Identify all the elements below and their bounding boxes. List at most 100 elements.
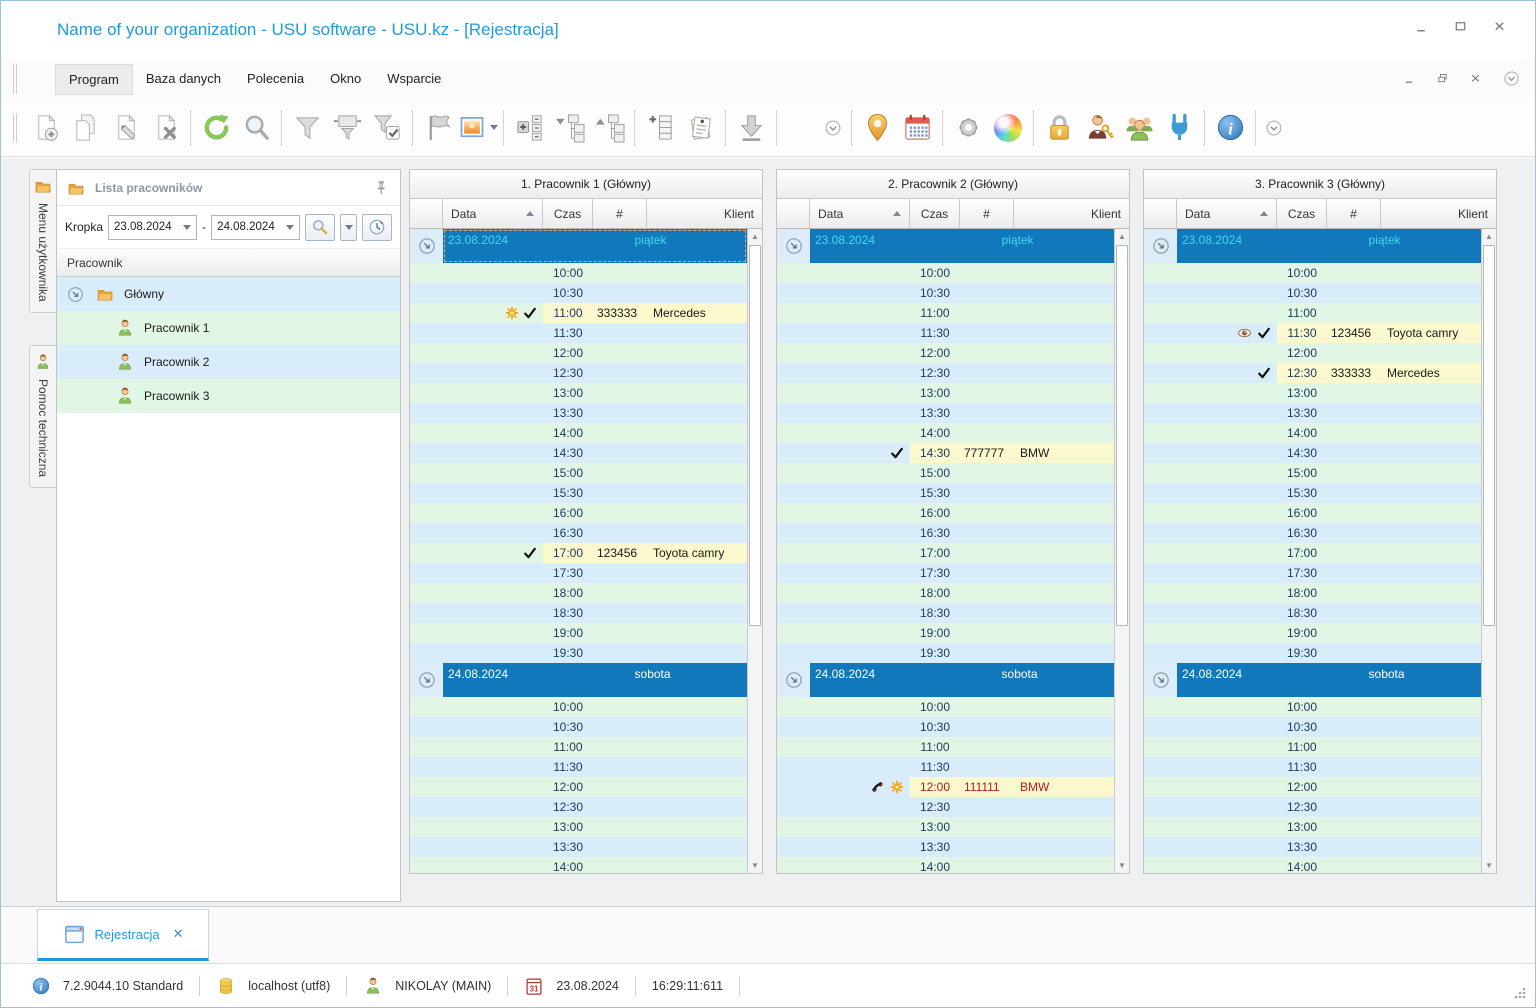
schedule-row[interactable]: 13:30: [1144, 403, 1481, 423]
maximize-icon[interactable]: [1453, 19, 1468, 34]
scroll-up-icon[interactable]: ▲: [1115, 229, 1129, 244]
date-banner-row[interactable]: 24.08.2024 sobota: [1144, 663, 1481, 697]
filter-button[interactable]: [287, 106, 327, 150]
schedule-row[interactable]: 17:00: [1144, 543, 1481, 563]
header-klient[interactable]: Klient: [647, 199, 762, 228]
schedule-row[interactable]: 19:30: [777, 643, 1114, 663]
schedule-row[interactable]: 19:30: [410, 643, 747, 663]
schedule-row[interactable]: 10:30: [777, 717, 1114, 737]
schedule-row[interactable]: 15:00: [1144, 463, 1481, 483]
schedule-row[interactable]: 11:00: [1144, 303, 1481, 323]
schedule-row[interactable]: 12:30 333333 Mercedes: [1144, 363, 1481, 383]
search-button[interactable]: [305, 213, 336, 241]
schedule-row[interactable]: 12:30: [777, 797, 1114, 817]
schedule-row[interactable]: 10:30: [777, 283, 1114, 303]
schedule-row[interactable]: 15:00: [777, 463, 1114, 483]
schedule-row[interactable]: 12:30: [410, 797, 747, 817]
schedule-row[interactable]: 10:00: [777, 263, 1114, 283]
date-banner[interactable]: 23.08.2024 piątek: [443, 229, 747, 263]
overflow-button[interactable]: [820, 106, 846, 150]
doc-copy-button[interactable]: [65, 106, 105, 150]
date-from-combo[interactable]: 23.08.2024: [108, 214, 198, 240]
doc-new-button[interactable]: [25, 106, 65, 150]
lock-button[interactable]: [1039, 106, 1079, 150]
tab-close-icon[interactable]: ✕: [173, 926, 184, 942]
search-button[interactable]: [236, 106, 276, 150]
schedule-row[interactable]: 13:30: [410, 403, 747, 423]
menu-item-wsparcie[interactable]: Wsparcie: [374, 64, 454, 95]
schedule-row[interactable]: 11:00: [777, 303, 1114, 323]
schedule-row[interactable]: 16:00: [777, 503, 1114, 523]
scroll-thumb[interactable]: [1483, 245, 1495, 626]
schedule-row[interactable]: 10:00: [1144, 697, 1481, 717]
schedule-row[interactable]: 11:00: [777, 737, 1114, 757]
filter-panel-button[interactable]: [327, 106, 367, 150]
header-czas[interactable]: Czas: [1277, 199, 1327, 228]
schedule-row[interactable]: 16:30: [410, 523, 747, 543]
schedule-row[interactable]: 12:00: [410, 777, 747, 797]
schedule-row[interactable]: 14:00: [777, 423, 1114, 443]
schedule-row[interactable]: 15:30: [777, 483, 1114, 503]
schedule-row[interactable]: 14:00: [410, 423, 747, 443]
schedule-row[interactable]: 10:30: [1144, 717, 1481, 737]
tab-rejestracja[interactable]: Rejestracja ✕: [37, 909, 209, 961]
scroll-thumb[interactable]: [1116, 245, 1128, 626]
tree-node-root[interactable]: Główny: [57, 277, 400, 311]
schedule-row[interactable]: 16:00: [1144, 503, 1481, 523]
schedule-row[interactable]: 10:00: [1144, 263, 1481, 283]
schedule-row[interactable]: 12:00: [1144, 777, 1481, 797]
schedule-row[interactable]: 12:30: [1144, 797, 1481, 817]
calendar-button[interactable]: [897, 106, 937, 150]
users-button[interactable]: [1119, 106, 1159, 150]
schedule-row[interactable]: 18:30: [777, 603, 1114, 623]
schedule-row[interactable]: 19:00: [777, 623, 1114, 643]
schedule-row[interactable]: 16:30: [777, 523, 1114, 543]
expand-all-button[interactable]: [509, 106, 549, 150]
overflow-button[interactable]: [1261, 106, 1287, 150]
date-banner-row[interactable]: 23.08.2024 piątek: [1144, 229, 1481, 263]
header-data[interactable]: Data: [1177, 199, 1277, 228]
collapse-ribbon-icon[interactable]: [1502, 69, 1521, 88]
schedule-row[interactable]: 19:30: [1144, 643, 1481, 663]
schedule-row[interactable]: 13:00: [410, 383, 747, 403]
schedule-row[interactable]: 12:00: [1144, 343, 1481, 363]
flag-button[interactable]: [418, 106, 458, 150]
schedule-row[interactable]: 11:30: [777, 323, 1114, 343]
schedule-row[interactable]: 14:00: [777, 857, 1114, 873]
filter-check-button[interactable]: [367, 106, 407, 150]
plug-button[interactable]: [1159, 106, 1199, 150]
schedule-row[interactable]: 17:00 123456 Toyota camry: [410, 543, 747, 563]
gear-button[interactable]: [948, 106, 988, 150]
schedule-row[interactable]: 17:30: [1144, 563, 1481, 583]
table-add-button[interactable]: [640, 106, 680, 150]
menu-item-okno[interactable]: Okno: [317, 64, 374, 95]
scroll-track[interactable]: [1482, 244, 1496, 858]
tree-collapse-button[interactable]: [549, 106, 589, 150]
schedule-row[interactable]: 13:30: [1144, 837, 1481, 857]
date-banner[interactable]: 23.08.2024 piątek: [1177, 229, 1481, 263]
schedule-row[interactable]: 10:30: [410, 717, 747, 737]
tree-expand-button[interactable]: [589, 106, 629, 150]
scroll-down-icon[interactable]: ▼: [1482, 858, 1496, 873]
search-options-button[interactable]: [340, 213, 357, 241]
schedule-row[interactable]: 14:00: [410, 857, 747, 873]
restore-icon[interactable]: [1436, 72, 1449, 85]
schedule-row[interactable]: 13:00: [1144, 383, 1481, 403]
tree-node-employee[interactable]: Pracownik 1: [57, 311, 400, 345]
schedule-row[interactable]: 10:00: [410, 697, 747, 717]
schedule-row[interactable]: 12:30: [777, 363, 1114, 383]
schedule-row[interactable]: 16:00: [410, 503, 747, 523]
schedule-row[interactable]: 13:30: [410, 837, 747, 857]
schedule-row[interactable]: 11:30: [410, 757, 747, 777]
scroll-up-icon[interactable]: ▲: [748, 229, 762, 244]
minimize-icon[interactable]: [1403, 72, 1416, 85]
clock-button[interactable]: [361, 213, 392, 241]
schedule-row[interactable]: 16:30: [1144, 523, 1481, 543]
schedule-row[interactable]: 11:30 123456 Toyota camry: [1144, 323, 1481, 343]
schedule-row[interactable]: 12:30: [410, 363, 747, 383]
scroll-track[interactable]: [1115, 244, 1129, 858]
menu-item-program[interactable]: Program: [55, 63, 133, 95]
header-num[interactable]: #: [593, 199, 647, 228]
info-button[interactable]: i: [1210, 106, 1250, 150]
schedule-row[interactable]: 18:30: [1144, 603, 1481, 623]
